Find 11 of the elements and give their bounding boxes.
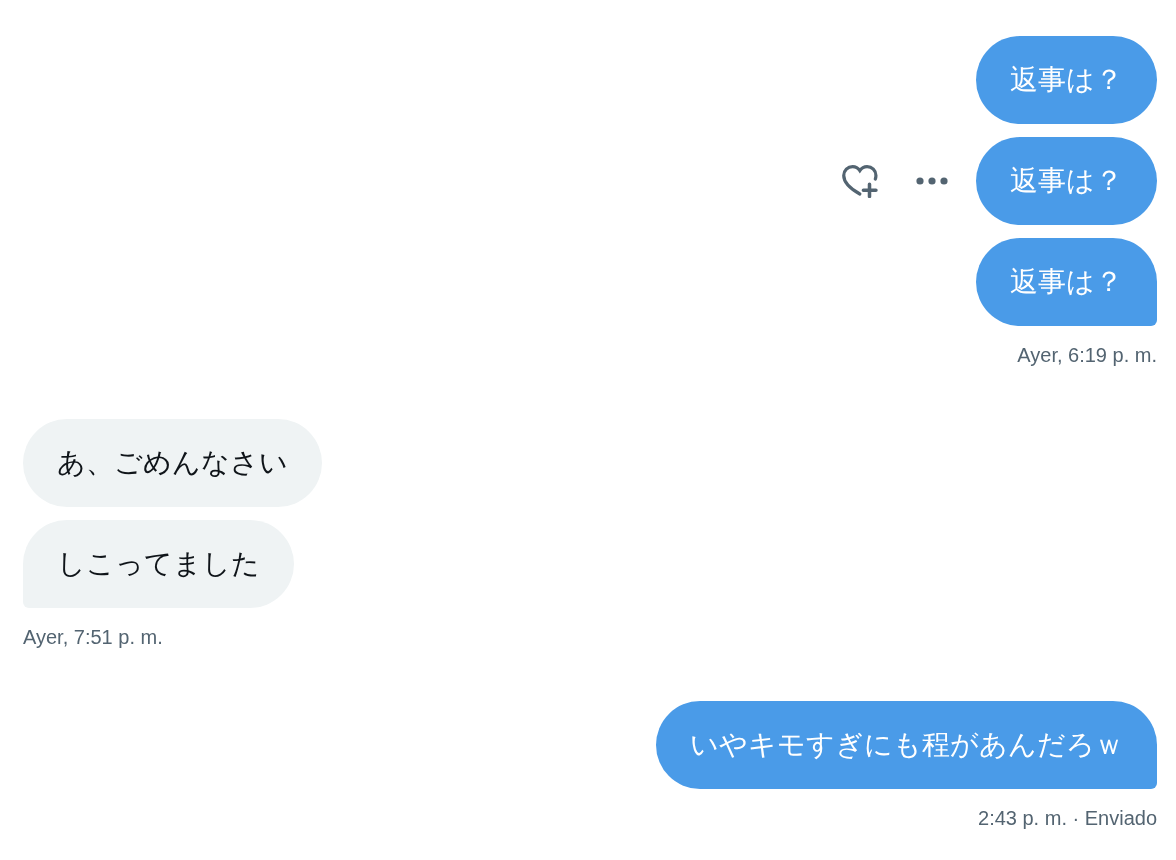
received-message: あ、ごめんなさい bbox=[23, 419, 322, 507]
message-timestamp: Ayer, 7:51 p. m. bbox=[23, 625, 163, 649]
message-timestamp: Ayer, 6:19 p. m. bbox=[1017, 343, 1157, 367]
sent-message: いやキモすぎにも程があんだろｗ bbox=[656, 701, 1157, 789]
message-timestamp: 2:43 p. m. · Enviado bbox=[978, 806, 1157, 830]
sent-message: 返事は？ bbox=[976, 238, 1157, 326]
sent-message: 返事は？ bbox=[976, 36, 1157, 124]
heart-plus-icon[interactable] bbox=[842, 164, 878, 198]
sent-message: 返事は？ bbox=[976, 137, 1157, 225]
more-icon[interactable] bbox=[916, 177, 948, 185]
received-message: しこってました bbox=[23, 520, 294, 608]
